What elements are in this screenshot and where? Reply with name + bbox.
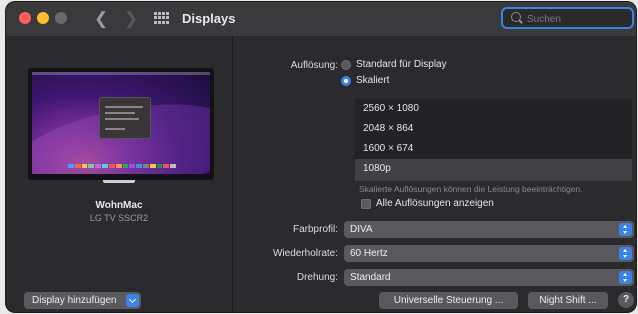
minimize-button[interactable] <box>37 12 49 24</box>
scaling-hint: Skalierte Auflösungen können die Leistun… <box>359 184 583 194</box>
pane-divider <box>232 36 233 312</box>
resolution-option-selected[interactable]: 1080p <box>355 159 632 181</box>
radio-default-resolution[interactable] <box>341 60 351 70</box>
resolution-option[interactable]: 2048 × 864 <box>355 119 632 139</box>
rotation-select[interactable]: Standard <box>344 269 634 286</box>
chevron-right-icon[interactable]: ❯ <box>124 10 138 27</box>
rotation-value: Standard <box>350 272 391 283</box>
resolution-list: 2560 × 1080 2048 × 864 1600 × 674 1080p <box>355 99 632 181</box>
preferences-window: ❮ ❯ Displays Suchen WohnMac LG TV SSCR2 … <box>6 2 636 312</box>
add-display-button[interactable]: Display hinzufügen <box>24 292 141 309</box>
desktop-wallpaper <box>32 72 210 174</box>
search-input[interactable] <box>525 11 629 27</box>
show-all-resolutions-checkbox[interactable] <box>361 199 371 209</box>
close-button[interactable] <box>19 12 31 24</box>
add-display-label: Display hinzufügen <box>32 295 117 306</box>
monitor-stand <box>103 180 135 183</box>
preview-dialog <box>100 98 150 138</box>
universal-control-button[interactable]: Universelle Steuerung ... <box>379 292 518 309</box>
updown-chevron-icon <box>619 223 632 236</box>
rotation-label: Drehung: <box>296 272 338 283</box>
radio-default-label: Standard für Display <box>356 59 447 70</box>
resolution-option[interactable]: 1600 × 674 <box>355 139 632 159</box>
color-profile-label: Farbprofil: <box>292 224 338 235</box>
window-title: Displays <box>182 11 236 26</box>
show-all-resolutions-label: Alle Auflösungen anzeigen <box>376 198 494 209</box>
updown-chevron-icon <box>619 271 632 284</box>
resolution-option[interactable]: 2560 × 1080 <box>355 99 632 119</box>
radio-scaled[interactable] <box>341 76 351 86</box>
search-field[interactable] <box>501 7 634 29</box>
help-button[interactable]: ? <box>618 292 634 308</box>
chevron-left-icon[interactable]: ❮ <box>94 10 108 27</box>
color-profile-value: DIVA <box>350 224 373 235</box>
resolution-label: Auflösung: <box>290 60 338 71</box>
color-profile-select[interactable]: DIVA <box>344 221 634 238</box>
display-model: LG TV SSCR2 <box>89 213 149 223</box>
display-name: WohnMac <box>95 200 143 211</box>
radio-scaled-label: Skaliert <box>356 75 390 86</box>
titlebar: ❮ ❯ Displays <box>6 2 636 36</box>
zoom-button[interactable] <box>55 12 67 24</box>
display-preview[interactable] <box>28 68 214 180</box>
grid-icon[interactable] <box>154 12 170 24</box>
menu-bar-preview <box>32 72 210 75</box>
refresh-rate-label: Wiederholrate: <box>272 248 338 259</box>
search-icon <box>511 12 521 22</box>
dock-preview <box>68 164 176 168</box>
chevron-down-icon[interactable] <box>125 294 139 307</box>
refresh-rate-value: 60 Hertz <box>350 248 388 259</box>
night-shift-button[interactable]: Night Shift ... <box>528 292 608 309</box>
refresh-rate-select[interactable]: 60 Hertz <box>344 245 634 262</box>
updown-chevron-icon <box>619 247 632 260</box>
